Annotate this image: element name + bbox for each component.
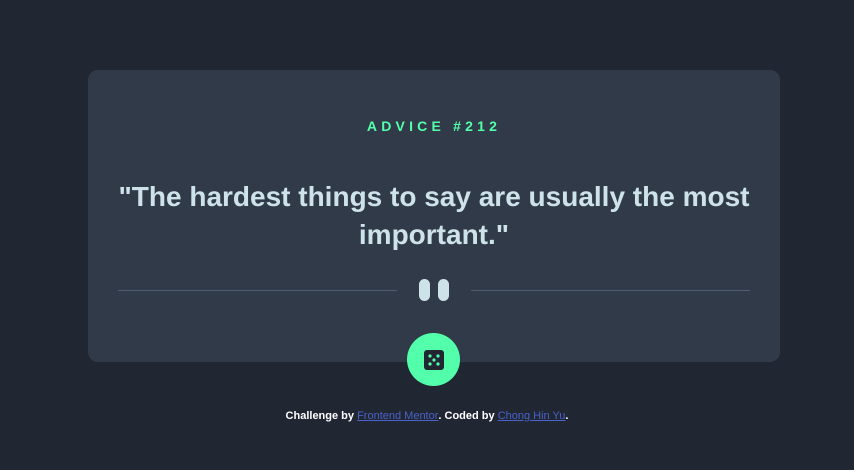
challenge-prefix: Challenge by [285,410,358,422]
footer-suffix: . [565,410,569,422]
coded-prefix: . Coded by [438,410,498,422]
generate-advice-button[interactable] [407,333,460,386]
divider-line-right [471,290,750,291]
advice-id-label: ADVICE #212 [366,118,502,134]
pause-icon [419,279,449,301]
attribution-footer: Challenge by Frontend Mentor. Coded by C… [0,410,854,422]
advice-quote: "The hardest things to say are usually t… [118,181,750,250]
author-link[interactable]: Chong Hin Yu [498,410,566,422]
frontend-mentor-link[interactable]: Frontend Mentor [357,410,438,422]
pattern-divider [118,278,750,302]
dice-icon [423,349,444,370]
divider-line-left [118,290,397,291]
advice-card: ADVICE #212 "The hardest things to say a… [88,70,780,362]
